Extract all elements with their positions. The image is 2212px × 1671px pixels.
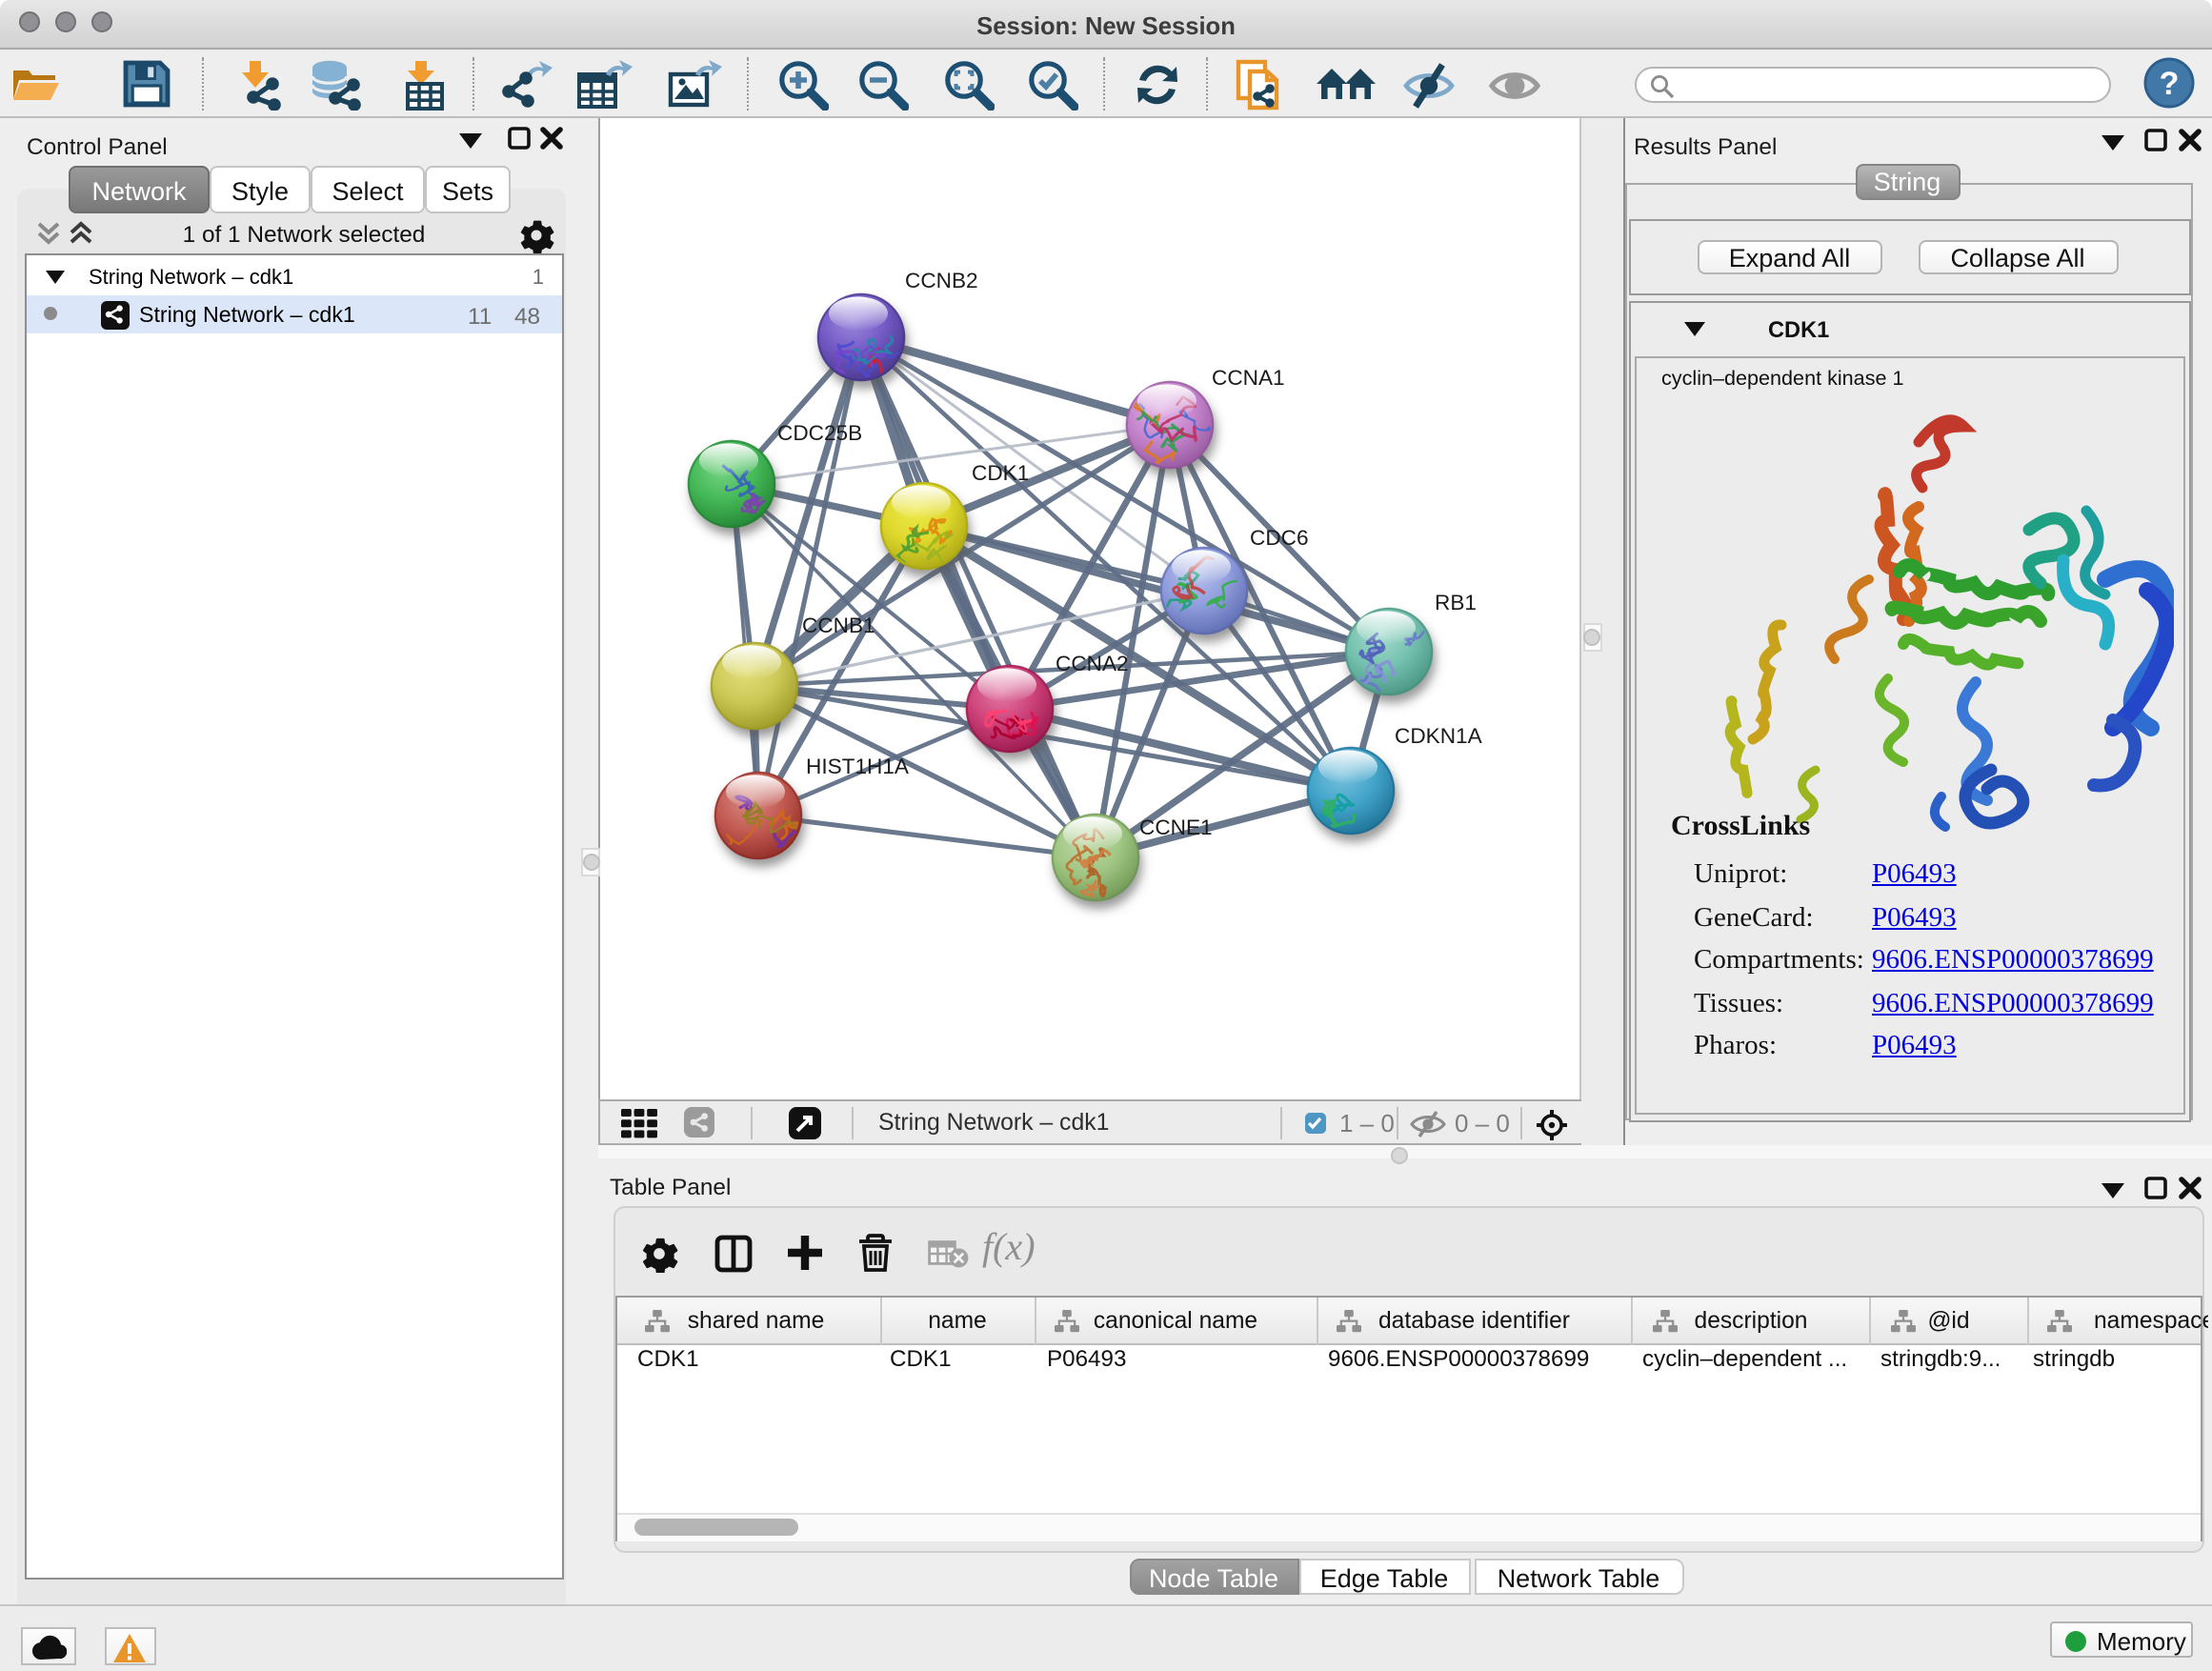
svg-text:CCNA2: CCNA2 — [1056, 652, 1129, 675]
svg-text:?: ? — [2160, 66, 2180, 102]
svg-text:CCNB2: CCNB2 — [905, 269, 978, 292]
svg-text:CCNB1: CCNB1 — [802, 614, 875, 637]
svg-text:CDK1: CDK1 — [972, 461, 1029, 485]
svg-text:CCNE1: CCNE1 — [1139, 815, 1213, 839]
svg-text:CCNA1: CCNA1 — [1212, 366, 1285, 390]
svg-text:HIST1H1A: HIST1H1A — [806, 755, 910, 778]
svg-text:CDC6: CDC6 — [1250, 526, 1309, 550]
svg-text:RB1: RB1 — [1435, 591, 1477, 614]
svg-text:CDKN1A: CDKN1A — [1395, 724, 1483, 748]
svg-text:CDC25B: CDC25B — [777, 421, 862, 445]
